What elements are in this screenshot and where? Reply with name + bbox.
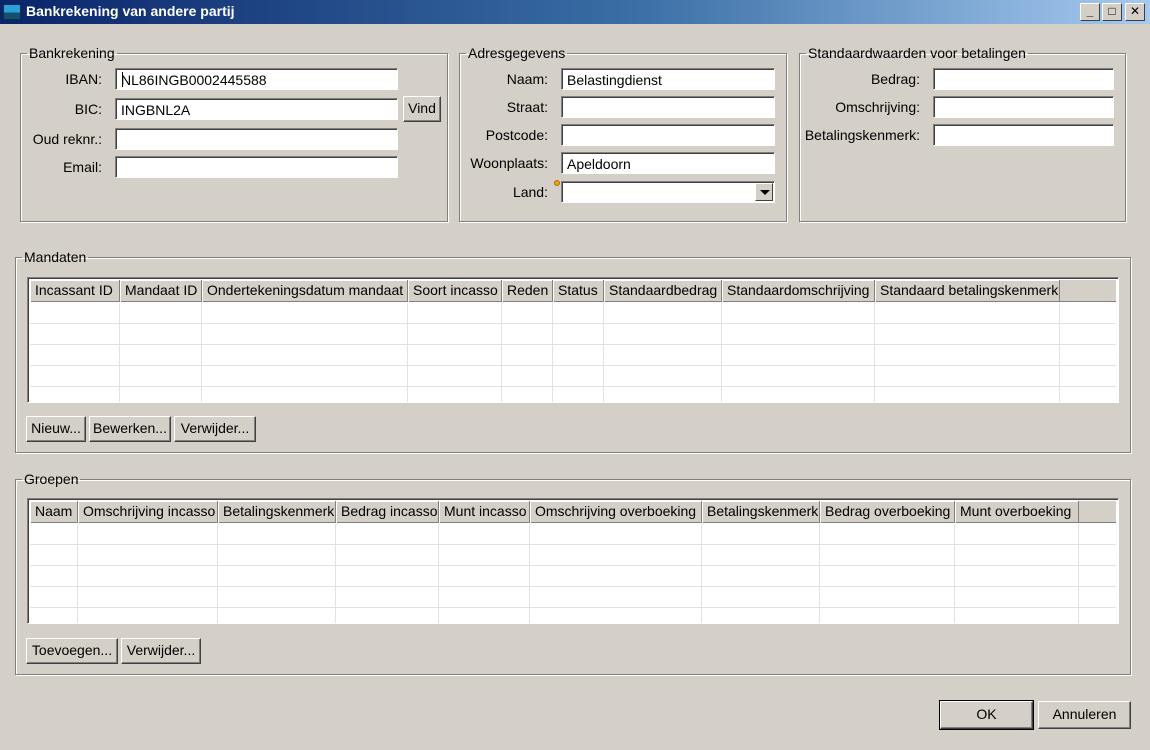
ok-button[interactable]: OK — [939, 700, 1034, 730]
column-header[interactable]: Incassant ID — [30, 280, 120, 302]
bic-field[interactable]: INGBNL2A — [115, 98, 398, 120]
verwijder-mandaat-button[interactable]: Verwijder... — [174, 416, 256, 442]
groepen-table[interactable]: Naam Omschrijving incasso Betalingskenme… — [27, 498, 1119, 624]
column-header[interactable]: Naam — [30, 501, 78, 523]
grid-line — [1078, 524, 1079, 623]
minimize-button[interactable]: _ — [1080, 3, 1100, 21]
postcode-label: Postcode: — [485, 127, 548, 143]
nieuw-button[interactable]: Nieuw... — [26, 416, 86, 442]
groepen-table-header: Naam Omschrijving incasso Betalingskenme… — [30, 501, 1116, 523]
oud-reknr-field[interactable] — [115, 128, 398, 150]
naam-field[interactable]: Belastingdienst — [561, 68, 775, 90]
email-label: Email: — [63, 159, 102, 175]
toevoegen-button[interactable]: Toevoegen... — [26, 638, 118, 664]
grid-line — [552, 303, 553, 402]
land-dropdown[interactable] — [561, 181, 775, 203]
omschrijving-label: Omschrijving: — [835, 99, 920, 115]
grid-line — [30, 344, 1116, 345]
bewerken-button[interactable]: Bewerken... — [89, 416, 171, 442]
adresgegevens-legend: Adresgegevens — [468, 45, 566, 61]
grid-line — [30, 365, 1116, 366]
land-label: Land: — [512, 184, 548, 200]
bic-label: BIC: — [74, 101, 102, 117]
grid-line — [217, 524, 218, 623]
grid-line — [603, 303, 604, 402]
grid-line — [721, 303, 722, 402]
postcode-field[interactable] — [561, 124, 775, 146]
oud-reknr-label: Oud reknr.: — [32, 131, 102, 147]
grid-line — [30, 386, 1116, 387]
grid-line — [407, 303, 408, 402]
grid-line — [438, 524, 439, 623]
betalingskenmerk-label: Betalingskenmerk: — [804, 127, 920, 143]
grid-line — [201, 303, 202, 402]
standaardwaarden-legend: Standaardwaarden voor betalingen — [808, 45, 1026, 61]
bankrekening-legend: Bankrekening — [29, 45, 115, 61]
chevron-down-icon[interactable] — [755, 183, 773, 201]
betalingskenmerk-field[interactable] — [933, 124, 1114, 146]
column-header[interactable]: Standaardbedrag — [604, 280, 722, 302]
text-caret — [122, 72, 123, 87]
grid-line — [701, 524, 702, 623]
app-icon — [3, 4, 21, 20]
column-header[interactable]: Reden — [502, 280, 553, 302]
grid-line — [335, 524, 336, 623]
annuleren-button[interactable]: Annuleren — [1038, 701, 1131, 729]
column-header[interactable]: Betalingskenmerk — [218, 501, 336, 523]
iban-field[interactable]: NL86INGB0002445588 — [115, 68, 398, 90]
grid-line — [30, 323, 1116, 324]
bedrag-label: Bedrag: — [870, 71, 920, 87]
groepen-legend: Groepen — [24, 471, 79, 487]
grid-line — [1059, 303, 1060, 402]
mandaten-table-header: Incassant ID Mandaat ID Ondertekeningsda… — [30, 280, 1116, 302]
grid-line — [819, 524, 820, 623]
column-header[interactable]: Bedrag overboeking — [820, 501, 955, 523]
omschrijving-field[interactable] — [933, 96, 1114, 118]
column-header[interactable]: Soort incasso — [408, 280, 502, 302]
mandaten-table[interactable]: Incassant ID Mandaat ID Ondertekeningsda… — [27, 277, 1119, 403]
grid-line — [119, 303, 120, 402]
column-header[interactable]: Betalingskenmerk — [702, 501, 820, 523]
column-header[interactable]: Ondertekeningsdatum mandaat — [202, 280, 408, 302]
grid-line — [529, 524, 530, 623]
column-header[interactable]: Status — [553, 280, 604, 302]
close-button[interactable]: ✕ — [1125, 3, 1145, 21]
verwijder-groep-button[interactable]: Verwijder... — [121, 638, 201, 664]
window-title: Bankrekening van andere partij — [26, 3, 235, 19]
straat-field[interactable] — [561, 96, 775, 118]
iban-value: NL86INGB0002445588 — [121, 72, 267, 88]
column-header[interactable]: Omschrijving incasso — [78, 501, 218, 523]
column-header[interactable]: Bedrag incasso — [336, 501, 439, 523]
column-header[interactable]: Munt incasso — [439, 501, 530, 523]
title-bar: Bankrekening van andere partij _ □ ✕ — [0, 0, 1150, 24]
column-header[interactable]: Standaard betalingskenmerk — [875, 280, 1060, 302]
column-header[interactable]: Munt overboeking — [955, 501, 1079, 523]
grid-line — [874, 303, 875, 402]
iban-label: IBAN: — [65, 71, 102, 87]
warning-icon — [554, 180, 560, 186]
mandaten-legend: Mandaten — [24, 249, 87, 265]
grid-line — [77, 524, 78, 623]
column-header[interactable]: Standaardomschrijving — [722, 280, 875, 302]
vind-button[interactable]: Vind — [403, 96, 441, 122]
woonplaats-field[interactable]: Apeldoorn — [561, 152, 775, 174]
woonplaats-label: Woonplaats: — [470, 155, 548, 171]
bedrag-field[interactable] — [933, 68, 1114, 90]
grid-line — [501, 303, 502, 402]
grid-line — [954, 524, 955, 623]
maximize-button[interactable]: □ — [1102, 3, 1122, 21]
email-field[interactable] — [115, 156, 398, 178]
straat-label: Straat: — [506, 99, 548, 115]
column-header[interactable]: Omschrijving overboeking — [530, 501, 702, 523]
naam-label: Naam: — [506, 71, 548, 87]
column-header[interactable]: Mandaat ID — [120, 280, 202, 302]
